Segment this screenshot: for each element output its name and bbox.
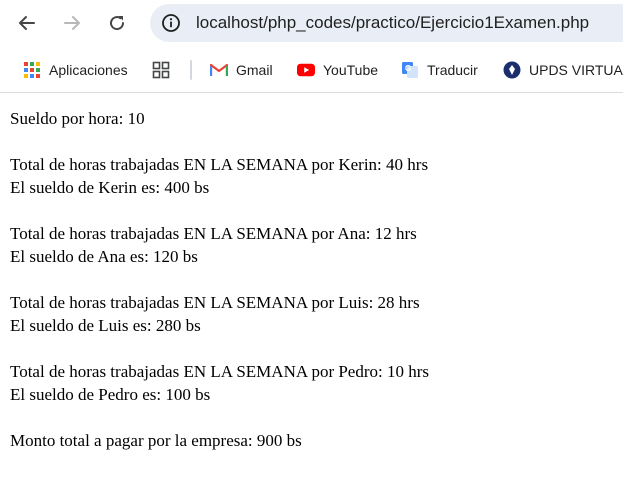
address-bar[interactable]: localhost/php_codes/practico/Ejercicio1E… — [150, 4, 623, 42]
page-content: Sueldo por hora: 10 Total de horas traba… — [10, 107, 620, 452]
bookmark-grid[interactable] — [152, 59, 178, 81]
employee-salary-text: El sueldo de Kerin es: 400 bs — [10, 178, 210, 197]
info-icon — [162, 14, 180, 32]
back-arrow-icon — [19, 16, 35, 30]
svg-text:G: G — [405, 64, 411, 73]
bookmark-youtube[interactable]: YouTube — [297, 59, 378, 81]
bookmark-aplicaciones[interactable]: Aplicaciones — [23, 59, 128, 81]
bookmarks-separator — [190, 60, 192, 80]
employee-hours-text: Total de horas trabajadas EN LA SEMANA p… — [10, 224, 417, 243]
forward-button[interactable] — [55, 6, 89, 40]
bookmark-gmail[interactable]: Gmail — [210, 59, 273, 81]
total-amount-text: Monto total a pagar por la empresa: 900 … — [10, 431, 302, 450]
employee-salary-text: El sueldo de Luis es: 280 bs — [10, 316, 201, 335]
employee-hours-text: Total de horas trabajadas EN LA SEMANA p… — [10, 155, 429, 174]
gmail-icon — [210, 61, 228, 79]
bookmarks-bar: Aplicaciones Gmail YouTube G Traducir UP… — [0, 47, 623, 93]
bookmark-label: UPDS VIRTUAL — [529, 62, 623, 78]
employee-salary-text: El sueldo de Pedro es: 100 bs — [10, 385, 211, 404]
bookmark-label: YouTube — [323, 62, 379, 78]
bookmark-label: Aplicaciones — [49, 62, 128, 78]
employee-hours-text: Total de horas trabajadas EN LA SEMANA p… — [10, 293, 420, 312]
upds-icon — [503, 61, 521, 79]
url-text[interactable]: localhost/php_codes/practico/Ejercicio1E… — [196, 13, 589, 33]
forward-arrow-icon — [64, 16, 80, 30]
translate-icon: G — [401, 61, 419, 79]
grid-icon — [152, 61, 170, 79]
employee-hours-text: Total de horas trabajadas EN LA SEMANA p… — [10, 362, 430, 381]
bookmark-upds-virtual[interactable]: UPDS VIRTUAL — [503, 59, 623, 81]
youtube-icon — [297, 61, 315, 79]
employee-salary-text: El sueldo de Ana es: 120 bs — [10, 247, 198, 266]
site-info-button[interactable] — [157, 9, 185, 37]
back-button[interactable] — [10, 6, 44, 40]
apps-grid-icon — [23, 61, 41, 79]
reload-button[interactable] — [100, 6, 134, 40]
bookmark-label: Gmail — [236, 62, 273, 78]
bookmark-label: Traducir — [427, 62, 478, 78]
hourly-rate-text: Sueldo por hora: 10 — [10, 109, 145, 128]
browser-toolbar: localhost/php_codes/practico/Ejercicio1E… — [0, 0, 623, 47]
bookmark-traducir[interactable]: G Traducir — [401, 59, 478, 81]
reload-icon — [110, 16, 125, 31]
